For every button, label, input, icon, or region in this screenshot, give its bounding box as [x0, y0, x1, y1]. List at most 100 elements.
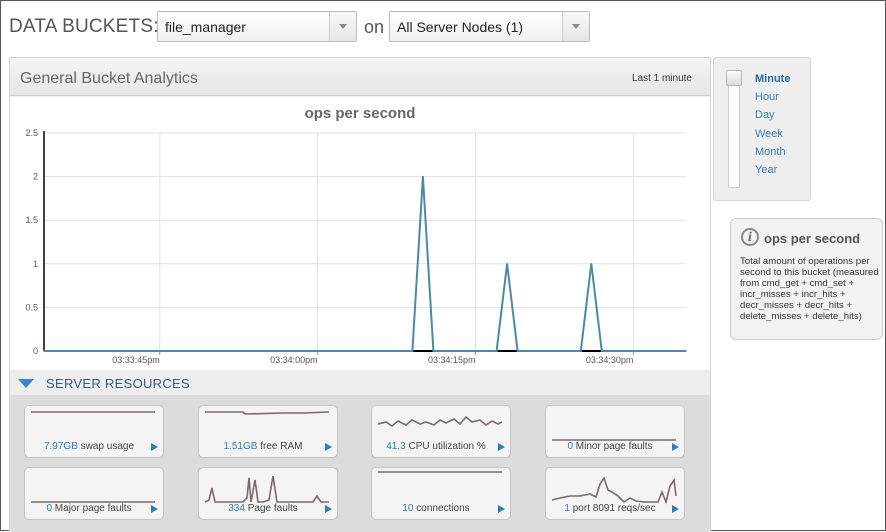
server-resources-toggle[interactable]: SERVER RESOURCES [18, 376, 190, 391]
info-title: ops per second [764, 231, 861, 246]
x-tick-label: 03:34:00pm [270, 355, 318, 365]
zoom-options: Minute Hour Day Week Month Year [755, 72, 790, 181]
sparkline-path [551, 476, 677, 505]
resource-label: connections [413, 503, 470, 514]
ops-chart-svg: 2.5 2 1.5 1 0.5 0 03:33:45pm 03:34:00pm 03:34:15… [25, 128, 687, 365]
resource-tile[interactable]: 7.97GB swap usage [24, 405, 164, 458]
zoom-option-hour[interactable]: Hour [755, 90, 790, 108]
resource-label: Major page faults [52, 503, 132, 514]
ops-chart: ops per second 2.5 2 1.5 1 0.5 0 03:33:45pm 03:… [10, 97, 710, 370]
resource-label: free RAM [257, 441, 303, 452]
data-point [411, 350, 414, 352]
zoom-option-week[interactable]: Week [755, 127, 790, 145]
resource-tile[interactable]: 0 Minor page faults [545, 405, 685, 458]
server-nodes-select[interactable]: All Server Nodes (1) [389, 11, 590, 42]
resource-value: 7.97GB [43, 441, 78, 452]
chart-title: ops per second [304, 105, 416, 122]
resource-caption: 1 port 8091 reqs/sec [546, 503, 674, 514]
resource-value: 10 [402, 503, 414, 514]
sparkline [377, 415, 503, 427]
resource-caption: 334 Page faults [199, 503, 327, 514]
resource-caption: 0 Minor page faults [546, 441, 674, 452]
resource-label: Minor page faults [573, 441, 653, 452]
resource-tile[interactable]: 0 Major page faults [24, 467, 164, 520]
on-label: on [364, 17, 385, 37]
resource-tile[interactable]: 10 connections [371, 467, 511, 520]
triangle-down-icon [18, 379, 34, 388]
data-point [495, 350, 498, 352]
play-icon[interactable] [151, 505, 158, 513]
x-tick-label: 03:34:30pm [586, 355, 634, 365]
play-icon[interactable] [325, 443, 332, 451]
resource-value: 334 [228, 503, 245, 514]
zoom-option-day[interactable]: Day [755, 108, 790, 126]
resource-label: swap usage [77, 441, 135, 452]
sparkline [31, 501, 155, 503]
play-icon[interactable] [498, 505, 505, 513]
zoom-option-month[interactable]: Month [755, 145, 790, 163]
data-point [506, 263, 508, 265]
play-icon[interactable] [498, 443, 505, 451]
play-icon[interactable] [672, 443, 679, 451]
time-range-label: Last 1 minute [631, 73, 692, 84]
x-tick-label: 03:34:15pm [428, 355, 476, 365]
info-description: Total amount of operations per second to… [740, 256, 879, 322]
y-tick-label: 2 [33, 172, 38, 182]
zoom-slider-handle[interactable] [726, 70, 742, 86]
resource-tile[interactable]: 1 port 8091 reqs/sec [545, 467, 685, 520]
y-tick-label: 1 [33, 259, 38, 269]
data-point [590, 263, 593, 265]
resource-caption: 41.3 CPU utilization % [372, 441, 500, 452]
zoom-option-minute[interactable]: Minute [755, 72, 790, 90]
play-icon[interactable] [672, 505, 679, 513]
play-icon[interactable] [151, 443, 158, 451]
data-point [432, 350, 435, 352]
x-tick-label: 03:33:45pm [112, 355, 160, 365]
sparkline [378, 471, 502, 473]
resource-value: 1.51GB [223, 441, 258, 452]
y-tick-label: 1.5 [25, 215, 38, 225]
y-tick-label: 0 [33, 346, 38, 356]
sparkline [31, 411, 155, 413]
sparkline-path [377, 415, 503, 427]
sparkline [204, 475, 329, 503]
server-resources-label: SERVER RESOURCES [46, 376, 190, 391]
play-icon[interactable] [325, 505, 332, 513]
bucket-selector-bar: DATA BUCKETS: [9, 12, 159, 42]
resource-label: CPU utilization % [405, 441, 486, 452]
data-point [685, 350, 687, 352]
data-point [601, 350, 603, 352]
sparkline [551, 476, 677, 505]
resource-tile[interactable]: 334 Page faults [198, 467, 338, 520]
server-resources-grid: 7.97GB swap usage 1.51GB free RAM 41.3 CPU… [10, 395, 710, 532]
info-box: i ops per second Total amount of operati… [730, 218, 883, 340]
sparkline-path [204, 475, 329, 503]
analytics-panel-header: General Bucket Analytics Last 1 minute [10, 58, 710, 96]
chevron-down-icon[interactable] [562, 12, 589, 41]
y-tick-label: 2.5 [25, 128, 38, 138]
analytics-panel: General Bucket Analytics Last 1 minute o… [9, 57, 711, 532]
data-buckets-label: DATA BUCKETS: [9, 16, 159, 37]
sparkline-path [205, 411, 330, 415]
resource-tile[interactable]: 41.3 CPU utilization % [371, 405, 511, 458]
data-point [579, 350, 582, 352]
y-tick-label: 0.5 [25, 302, 38, 312]
resource-caption: 10 connections [372, 503, 500, 514]
server-nodes-select-value: All Server Nodes (1) [397, 18, 524, 35]
sparkline [552, 439, 676, 441]
bucket-select[interactable]: file_manager [157, 11, 357, 42]
resource-label: Page faults [244, 503, 298, 514]
resource-caption: 1.51GB free RAM [199, 441, 327, 452]
resource-tile[interactable]: 1.51GB free RAM [198, 405, 338, 458]
sparkline [205, 411, 330, 415]
zoom-slider-track[interactable] [728, 70, 740, 188]
data-point [422, 175, 424, 178]
data-point [516, 350, 519, 352]
resource-label: port 8091 reqs/sec [569, 503, 656, 514]
data-point [43, 350, 45, 352]
zoom-option-year[interactable]: Year [755, 163, 790, 181]
bucket-select-value: file_manager [165, 18, 246, 35]
resource-caption: 0 Major page faults [25, 503, 153, 514]
panel-title: General Bucket Analytics [20, 70, 198, 87]
chevron-down-icon[interactable] [329, 12, 356, 41]
